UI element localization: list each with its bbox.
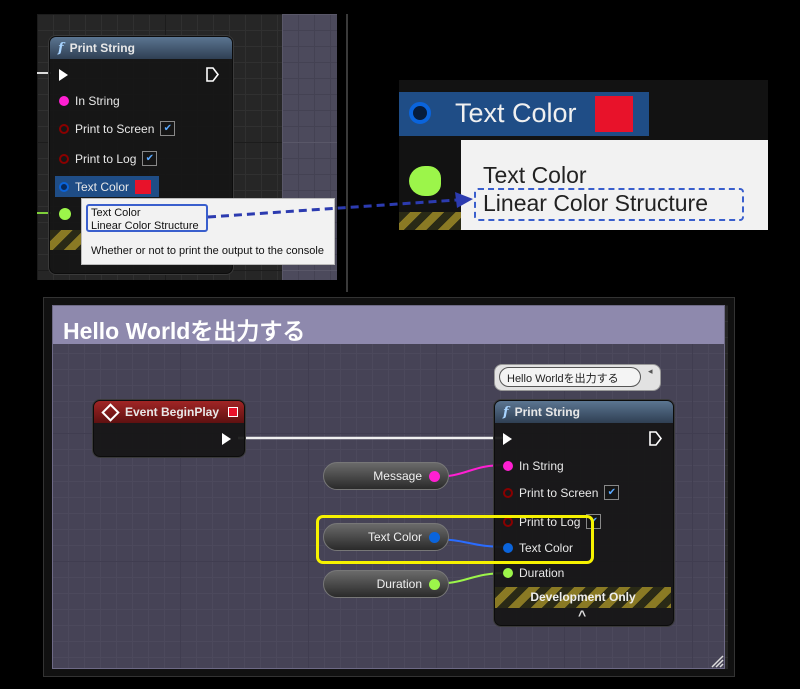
checkbox-checked[interactable]: ✔	[604, 485, 620, 500]
string-pin-icon[interactable]	[429, 471, 440, 482]
highlight-box	[316, 515, 594, 564]
pin-print-to-screen[interactable]: Print to Screen ✔	[503, 485, 620, 500]
pin-duration[interactable]: Duration	[503, 566, 564, 580]
development-only-label: Development Only	[530, 590, 636, 604]
node-header[interactable]: f Print String	[495, 401, 673, 423]
event-diamond-icon	[101, 402, 120, 422]
bool-pin-icon	[503, 487, 513, 498]
event-exec-out-pin[interactable]	[222, 432, 231, 450]
function-icon: f	[503, 404, 509, 420]
expand-arrow-icon[interactable]: ^	[578, 607, 586, 623]
comment-bubble-text: Hello Worldを出力する	[507, 373, 619, 385]
node-title: Print String	[514, 405, 580, 419]
variable-message[interactable]: Message	[323, 462, 449, 490]
pin-in-string[interactable]: In String	[503, 459, 564, 473]
float-pin-icon	[503, 568, 513, 578]
string-pin-icon	[503, 461, 513, 471]
float-pin-icon[interactable]	[429, 579, 440, 590]
exec-out-pin[interactable]	[648, 431, 662, 446]
event-node-header[interactable]: Event BeginPlay	[94, 401, 244, 423]
exec-in-pin[interactable]	[503, 432, 512, 450]
variable-duration[interactable]: Duration	[323, 570, 449, 598]
event-node-title: Event BeginPlay	[125, 405, 220, 419]
event-delegate-icon[interactable]	[228, 407, 238, 417]
bubble-pin-icon[interactable]: ◂	[648, 366, 653, 377]
